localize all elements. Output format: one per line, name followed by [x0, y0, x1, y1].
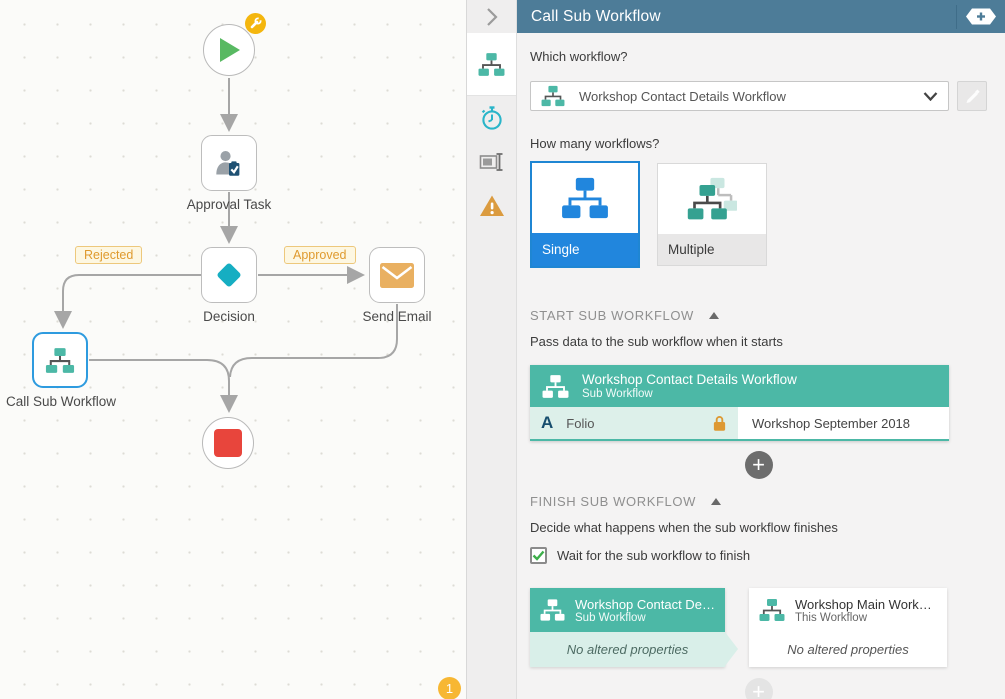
finish-card-body: No altered properties [530, 632, 725, 667]
end-node[interactable] [202, 417, 254, 469]
collapse-start-section-icon[interactable] [709, 312, 719, 319]
panel-tab-strip [467, 0, 517, 699]
rejected-branch-label: Rejected [75, 246, 142, 264]
wait-checkbox[interactable] [530, 547, 547, 564]
configure-start-badge[interactable] [245, 13, 266, 34]
option-single-label: Single [532, 233, 638, 266]
play-icon [216, 37, 242, 63]
parameter-row[interactable]: A Folio Workshop September 2018 [530, 407, 949, 441]
parameter-name: Folio [566, 416, 594, 431]
notification-count-badge[interactable]: 1 [438, 677, 461, 699]
parameter-cell: A Folio [530, 407, 738, 439]
approved-branch-label: Approved [284, 246, 356, 264]
finish-card-sub-workflow[interactable]: Workshop Contact Deta... Sub Workflow No… [530, 588, 725, 667]
rename-icon [479, 150, 505, 174]
finish-card-this-workflow[interactable]: Workshop Main Workflow This Workflow No … [749, 588, 947, 667]
stop-icon [213, 428, 243, 458]
call-sub-workflow-node[interactable] [32, 332, 88, 388]
text-type-icon: A [541, 413, 553, 433]
finish-card-body: No altered properties [749, 632, 947, 667]
tab-rename[interactable] [467, 140, 516, 184]
tab-sub-workflow-settings[interactable] [467, 33, 516, 96]
start-sub-workflow-section: START SUB WORKFLOW [530, 308, 987, 323]
sub-workflow-icon [540, 598, 565, 622]
email-icon [380, 263, 414, 288]
finish-sub-description: Decide what happens when the sub workflo… [530, 520, 987, 535]
warning-icon [479, 194, 505, 218]
finish-sub-workflow-section: FINISH SUB WORKFLOW [530, 494, 987, 509]
chevron-right-icon [486, 7, 498, 27]
finish-card-subtitle: This Workflow [795, 612, 935, 624]
sub-workflow-tab-icon [478, 52, 505, 77]
chevron-down-icon [923, 92, 938, 101]
sub-workflow-icon [759, 598, 785, 622]
how-many-label: How many workflows? [530, 136, 987, 151]
single-workflow-icon [561, 176, 609, 220]
sub-workflow-icon [542, 374, 569, 399]
start-mapping-card: Workshop Contact Details Workflow Sub Wo… [530, 365, 949, 441]
option-single[interactable]: Single [530, 161, 640, 268]
decision-node[interactable] [201, 247, 257, 303]
check-icon [532, 550, 545, 561]
panel-content: Which workflow? Workshop Contact Details… [517, 33, 1005, 699]
tab-warnings[interactable] [467, 184, 516, 228]
panel-body: Call Sub Workflow Which workflow? [517, 0, 1005, 699]
sub-workflow-icon [45, 347, 75, 374]
wrench-icon [249, 17, 262, 30]
panel-header: Call Sub Workflow [517, 0, 1005, 33]
approval-task-icon [214, 149, 244, 177]
mapping-card-title: Workshop Contact Details Workflow [582, 372, 797, 389]
decision-label: Decision [169, 309, 289, 324]
pencil-icon [965, 89, 980, 104]
workflow-select-value: Workshop Contact Details Workflow [579, 89, 786, 104]
mapping-card-header: Workshop Contact Details Workflow Sub Wo… [530, 365, 949, 407]
finish-card-title: Workshop Main Workflow [795, 597, 935, 612]
wait-checkbox-label: Wait for the sub workflow to finish [557, 548, 750, 563]
finish-card-title: Workshop Contact Deta... [575, 597, 715, 612]
lock-icon [712, 415, 727, 432]
workflow-designer: Approval Task Decision Rejected Approved… [0, 0, 1005, 699]
start-node[interactable] [203, 24, 255, 76]
send-email-label: Send Email [337, 309, 457, 324]
add-variable-button[interactable] [957, 8, 1005, 25]
option-multiple[interactable]: Multiple [657, 163, 767, 266]
which-workflow-label: Which workflow? [530, 49, 987, 64]
parameter-value[interactable]: Workshop September 2018 [738, 407, 949, 439]
option-multiple-label: Multiple [658, 234, 766, 265]
sub-workflow-icon [541, 85, 565, 107]
panel-title: Call Sub Workflow [531, 8, 661, 26]
properties-panel: Call Sub Workflow Which workflow? [466, 0, 1005, 699]
finish-sub-heading: FINISH SUB WORKFLOW [530, 494, 696, 509]
workflow-canvas[interactable]: Approval Task Decision Rejected Approved… [0, 0, 466, 699]
multiple-workflows-icon [687, 176, 737, 222]
start-sub-heading: START SUB WORKFLOW [530, 308, 694, 323]
send-email-node[interactable] [369, 247, 425, 303]
finish-card-subtitle: Sub Workflow [575, 612, 715, 624]
decision-icon [211, 257, 247, 293]
mapping-card-subtitle: Sub Workflow [582, 388, 797, 400]
add-tag-icon [966, 8, 996, 25]
workflow-select[interactable]: Workshop Contact Details Workflow [530, 81, 949, 111]
approval-task-node[interactable] [201, 135, 257, 191]
approval-task-label: Approval Task [169, 197, 289, 212]
collapse-finish-section-icon[interactable] [711, 498, 721, 505]
add-parameter-button[interactable]: + [745, 451, 773, 479]
stopwatch-icon [478, 104, 505, 132]
call-sub-workflow-label: Call Sub Workflow [0, 394, 126, 409]
start-sub-description: Pass data to the sub workflow when it st… [530, 334, 987, 349]
edit-workflow-button[interactable] [957, 81, 987, 111]
tab-timing[interactable] [467, 96, 516, 140]
add-finish-mapping-button[interactable]: + [745, 678, 773, 699]
collapse-panel-button[interactable] [467, 0, 516, 33]
